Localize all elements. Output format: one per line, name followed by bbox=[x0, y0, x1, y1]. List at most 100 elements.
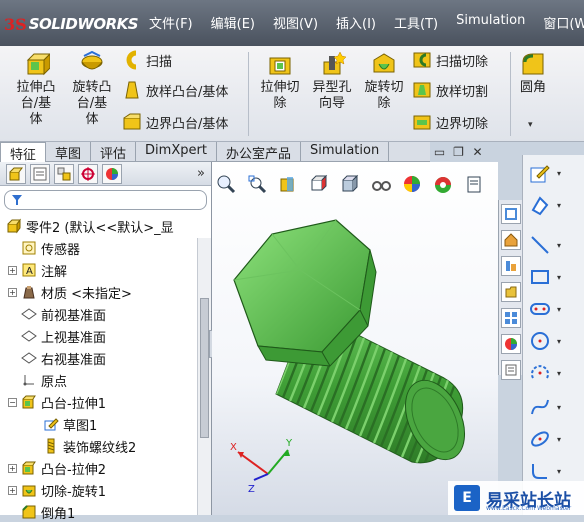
solidworks-logo[interactable]: 3S SOLIDWORKS bbox=[4, 10, 139, 38]
rectangle-button[interactable]: ▾ bbox=[529, 263, 577, 291]
fillet-dropdown-icon[interactable]: ▾ bbox=[528, 120, 533, 130]
section-view-icon[interactable] bbox=[276, 172, 300, 196]
property-manager-tab-icon[interactable] bbox=[30, 163, 50, 184]
tree-item[interactable]: 原点 bbox=[8, 370, 67, 390]
tree-item[interactable]: 右视基准面 bbox=[8, 348, 106, 368]
minimize-icon[interactable]: ▭ bbox=[432, 145, 447, 159]
revolve-boss-button[interactable]: 旋转凸 台/基 体 bbox=[66, 50, 118, 128]
sketch-dropdown-icon[interactable]: ▾ bbox=[557, 169, 561, 178]
revolve-boss-icon bbox=[81, 50, 103, 70]
tree-item-label: 前视基准面 bbox=[41, 308, 107, 324]
line-dropdown-icon[interactable]: ▾ bbox=[557, 241, 561, 250]
hole-wizard-button[interactable]: 异型孔 向导 bbox=[308, 50, 356, 112]
feature-manager-tab-icon[interactable] bbox=[6, 163, 26, 184]
boundary-cut-button[interactable]: 边界切除 bbox=[412, 112, 488, 132]
zoom-area-icon[interactable] bbox=[245, 172, 269, 196]
graphics-area[interactable]: X Y Z bbox=[212, 162, 498, 515]
hide-show-items-icon[interactable] bbox=[369, 172, 393, 196]
tree-filter[interactable] bbox=[4, 190, 207, 210]
tab-features[interactable]: 特征 bbox=[0, 142, 47, 163]
extrude-icon bbox=[21, 460, 37, 476]
expand-toggle-icon[interactable]: + bbox=[8, 485, 17, 495]
restore-icon[interactable]: ❐ bbox=[451, 145, 466, 159]
tree-item[interactable]: 倒角1 bbox=[8, 502, 75, 522]
circle-dropdown-icon[interactable]: ▾ bbox=[557, 337, 561, 346]
extrude-cut-button[interactable]: 拉伸切 除 bbox=[256, 50, 304, 112]
sketch-fillet-dropdown-icon[interactable]: ▾ bbox=[557, 467, 561, 476]
expand-toggle-icon[interactable]: + bbox=[8, 265, 17, 275]
arc-button[interactable]: ▾ bbox=[529, 359, 577, 387]
view-settings-icon[interactable] bbox=[462, 172, 486, 196]
swept-cut-button[interactable]: 扫描切除 bbox=[412, 50, 488, 70]
loft-button[interactable]: 放样凸台/基体 bbox=[122, 80, 228, 100]
plane-icon bbox=[21, 306, 37, 322]
tab-dimxpert[interactable]: DimXpert bbox=[136, 142, 217, 162]
resources-icon[interactable] bbox=[501, 204, 521, 224]
tree-scrollbar[interactable] bbox=[197, 238, 211, 515]
custom-properties-icon[interactable] bbox=[501, 360, 521, 380]
smart-dimension-button[interactable]: ▾ bbox=[529, 191, 577, 219]
dimxpert-manager-tab-icon[interactable] bbox=[78, 163, 98, 184]
sweep-button[interactable]: 扫描 bbox=[122, 50, 172, 70]
sketch-button[interactable]: ▾ bbox=[529, 159, 577, 187]
tree-item[interactable]: 装饰螺纹线2 bbox=[30, 436, 136, 456]
menu-view[interactable]: 视图(V) bbox=[264, 13, 327, 32]
search-icon[interactable] bbox=[501, 282, 521, 302]
display-manager-tab-icon[interactable] bbox=[102, 163, 122, 184]
menu-file[interactable]: 文件(F) bbox=[140, 13, 202, 32]
boundary-boss-button[interactable]: 边界凸台/基体 bbox=[122, 112, 228, 132]
edit-appearance-icon[interactable] bbox=[400, 172, 424, 196]
menu-edit[interactable]: 编辑(E) bbox=[202, 13, 264, 32]
tree-item-label: 注解 bbox=[41, 264, 68, 280]
more-tabs-icon[interactable]: » bbox=[197, 166, 205, 181]
tree-item[interactable]: + 材质 <未指定> bbox=[8, 282, 132, 302]
slot-button[interactable]: ▾ bbox=[529, 295, 577, 323]
design-library-icon[interactable] bbox=[501, 230, 521, 250]
appearances-icon[interactable] bbox=[501, 334, 521, 354]
view-palette-icon[interactable] bbox=[501, 308, 521, 328]
ellipse-dropdown-icon[interactable]: ▾ bbox=[557, 435, 561, 444]
display-style-icon[interactable] bbox=[338, 172, 362, 196]
tree-item[interactable]: 传感器 bbox=[8, 238, 80, 258]
slot-dropdown-icon[interactable]: ▾ bbox=[557, 305, 561, 314]
menu-window[interactable]: 窗口(W bbox=[534, 13, 584, 32]
tree-item[interactable]: + 凸台-拉伸2 bbox=[8, 458, 106, 478]
menu-simulation[interactable]: Simulation bbox=[447, 13, 534, 32]
tab-simulation[interactable]: Simulation bbox=[301, 142, 390, 162]
arc-dropdown-icon[interactable]: ▾ bbox=[557, 369, 561, 378]
tab-office-products[interactable]: 办公室产品 bbox=[217, 142, 301, 162]
zoom-to-fit-icon[interactable] bbox=[214, 172, 238, 196]
close-icon[interactable]: ✕ bbox=[470, 145, 485, 159]
file-explorer-icon[interactable] bbox=[501, 256, 521, 276]
circle-button[interactable]: ▾ bbox=[529, 327, 577, 355]
apply-scene-icon[interactable] bbox=[431, 172, 455, 196]
tree-root-part[interactable]: 零件2 (默认<<默认>_显 bbox=[6, 216, 174, 236]
view-orientation-icon[interactable] bbox=[307, 172, 331, 196]
menu-insert[interactable]: 插入(I) bbox=[327, 13, 385, 32]
tree-item[interactable]: 草图1 bbox=[30, 414, 97, 434]
line-button[interactable]: ▾ bbox=[529, 231, 577, 259]
rectangle-dropdown-icon[interactable]: ▾ bbox=[557, 273, 561, 282]
tree-item[interactable]: 上视基准面 bbox=[8, 326, 106, 346]
fillet-button[interactable]: 圆角 bbox=[516, 50, 550, 96]
tab-evaluate[interactable]: 评估 bbox=[91, 142, 137, 162]
extrude-boss-button[interactable]: 拉伸凸 台/基 体 bbox=[12, 50, 60, 128]
tree-item[interactable]: 前视基准面 bbox=[8, 304, 106, 324]
tree-item[interactable]: + A 注解 bbox=[8, 260, 67, 280]
tab-sketch[interactable]: 草图 bbox=[46, 142, 92, 162]
expand-toggle-icon[interactable]: + bbox=[8, 463, 17, 473]
spline-dropdown-icon[interactable]: ▾ bbox=[557, 403, 561, 412]
scrollbar-thumb[interactable] bbox=[200, 298, 209, 438]
tree-item[interactable]: + 切除-旋转1 bbox=[8, 480, 106, 500]
ellipse-button[interactable]: ▾ bbox=[529, 425, 577, 453]
configuration-manager-tab-icon[interactable] bbox=[54, 163, 74, 184]
expand-toggle-icon[interactable]: − bbox=[8, 397, 17, 407]
spline-button[interactable]: ▾ bbox=[529, 393, 577, 421]
revolve-cut-button[interactable]: 旋转切 除 bbox=[360, 50, 408, 112]
dimension-dropdown-icon[interactable]: ▾ bbox=[557, 201, 561, 210]
lofted-cut-button[interactable]: 放样切割 bbox=[412, 80, 488, 100]
menu-tools[interactable]: 工具(T) bbox=[385, 13, 447, 32]
expand-toggle-icon[interactable]: + bbox=[8, 287, 17, 297]
tree-item[interactable]: − 凸台-拉伸1 bbox=[8, 392, 106, 412]
revolve-cut-label: 旋转切 除 bbox=[364, 80, 404, 111]
